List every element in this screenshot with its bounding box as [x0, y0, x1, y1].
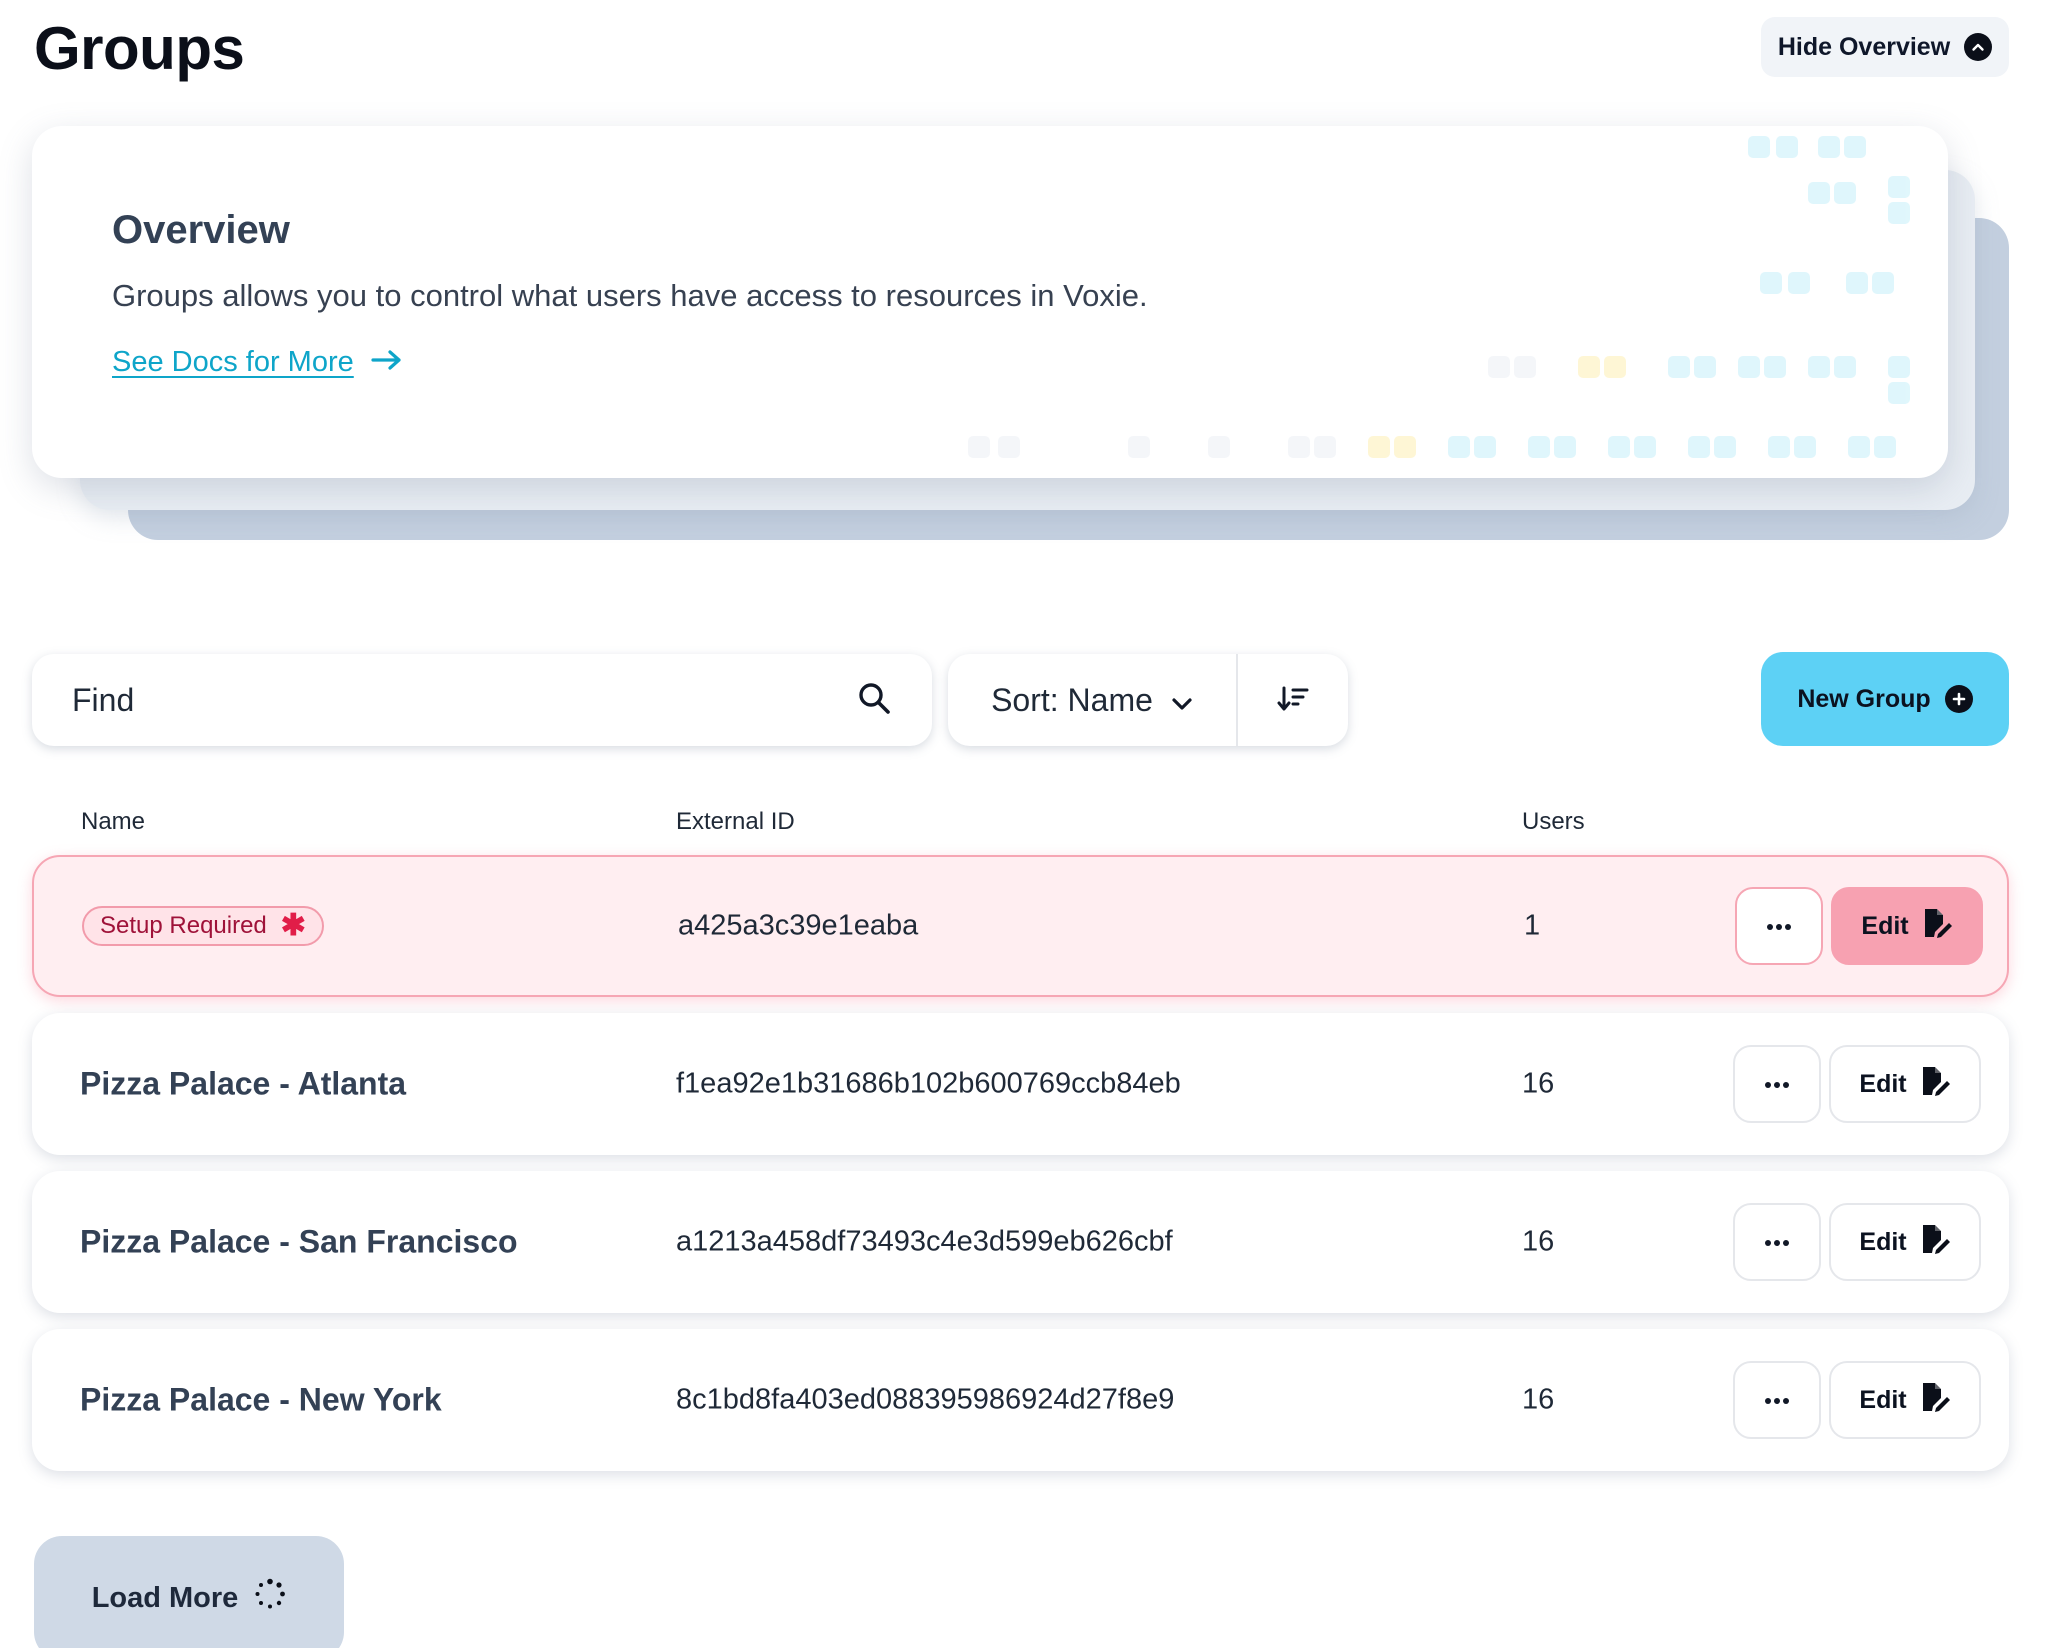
more-icon: [1766, 919, 1792, 934]
table-row[interactable]: Setup Required ✱ a425a3c39e1eaba 1 Edit: [32, 855, 2009, 997]
more-button[interactable]: [1735, 887, 1823, 965]
more-button[interactable]: [1733, 1045, 1821, 1123]
load-more-label: Load More: [91, 1581, 239, 1614]
table-row[interactable]: Pizza Palace - Atlanta f1ea92e1b31686b10…: [32, 1013, 2009, 1155]
sort-order-button[interactable]: [1238, 654, 1348, 746]
users-count: 1: [1524, 909, 1541, 942]
see-docs-link[interactable]: See Docs for More: [112, 346, 354, 379]
more-button[interactable]: [1733, 1203, 1821, 1281]
page-title: Groups: [34, 15, 245, 82]
search-box: [32, 654, 932, 746]
external-id: a425a3c39e1eaba: [678, 909, 919, 942]
more-icon: [1764, 1235, 1790, 1250]
group-name: Pizza Palace - New York: [80, 1381, 442, 1418]
setup-required-label: Setup Required: [100, 912, 267, 939]
search-icon[interactable]: [856, 680, 892, 721]
edit-document-icon: [1919, 1223, 1951, 1262]
sort-label: Sort: Name: [991, 681, 1153, 718]
edit-button[interactable]: Edit: [1831, 887, 1983, 965]
edit-label: Edit: [1859, 1069, 1907, 1098]
edit-label: Edit: [1859, 1227, 1907, 1256]
edit-document-icon: [1921, 907, 1953, 946]
new-group-label: New Group: [1797, 684, 1931, 713]
asterisk-icon: ✱: [280, 909, 306, 942]
spinner-icon: [254, 1578, 286, 1618]
edit-document-icon: [1919, 1381, 1951, 1420]
chevron-up-circle-icon: [1964, 33, 1993, 61]
group-name: Pizza Palace - Atlanta: [80, 1065, 407, 1102]
column-header-external-id: External ID: [676, 808, 795, 835]
chevron-down-icon: [1171, 682, 1193, 719]
table-row[interactable]: Pizza Palace - New York 8c1bd8fa403ed088…: [32, 1329, 2009, 1471]
external-id: f1ea92e1b31686b102b600769ccb84eb: [676, 1067, 1181, 1100]
column-header-name: Name: [81, 808, 146, 835]
edit-label: Edit: [1859, 1385, 1907, 1414]
edit-button[interactable]: Edit: [1829, 1203, 1981, 1281]
edit-button[interactable]: Edit: [1829, 1045, 1981, 1123]
overview-card: Overview Groups allows you to control wh…: [32, 126, 1948, 478]
plus-circle-icon: [1944, 685, 1973, 713]
users-count: 16: [1522, 1067, 1555, 1100]
column-header-users: Users: [1522, 808, 1585, 835]
users-count: 16: [1522, 1225, 1555, 1258]
new-group-button[interactable]: New Group: [1761, 652, 2009, 746]
sort-controls: Sort: Name: [948, 654, 1348, 746]
hide-overview-label: Hide Overview: [1777, 32, 1951, 61]
edit-label: Edit: [1861, 911, 1909, 940]
load-more-button[interactable]: Load More: [34, 1536, 344, 1648]
sort-dropdown[interactable]: Sort: Name: [948, 654, 1238, 746]
users-count: 16: [1522, 1383, 1555, 1416]
more-icon: [1764, 1077, 1790, 1092]
hide-overview-button[interactable]: Hide Overview: [1761, 17, 2009, 77]
edit-button[interactable]: Edit: [1829, 1361, 1981, 1439]
external-id: 8c1bd8fa403ed088395986924d27f8e9: [676, 1383, 1175, 1416]
see-docs-link-row: See Docs for More: [112, 346, 404, 379]
more-icon: [1764, 1393, 1790, 1408]
group-name: Pizza Palace - San Francisco: [80, 1223, 518, 1260]
table-row[interactable]: Pizza Palace - San Francisco a1213a458df…: [32, 1171, 2009, 1313]
external-id: a1213a458df73493c4e3d599eb626cbf: [676, 1225, 1173, 1258]
overview-description: Groups allows you to control what users …: [112, 278, 1148, 313]
more-button[interactable]: [1733, 1361, 1821, 1439]
sort-descending-icon: [1277, 684, 1309, 717]
edit-document-icon: [1919, 1065, 1951, 1104]
overview-heading: Overview: [112, 208, 290, 252]
setup-required-badge: Setup Required ✱: [82, 906, 324, 946]
arrow-right-icon[interactable]: [370, 348, 404, 377]
search-input[interactable]: [72, 681, 856, 719]
